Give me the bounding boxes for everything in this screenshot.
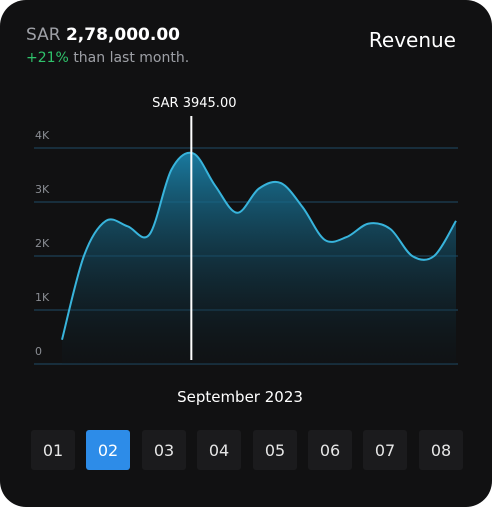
data-point[interactable] — [321, 236, 329, 244]
data-point[interactable] — [386, 225, 394, 233]
hover-tooltip: SAR 3945.00 — [152, 96, 236, 111]
day-button-06[interactable]: 06 — [308, 430, 352, 470]
data-point[interactable] — [80, 252, 88, 260]
y-tick-label: 2K — [35, 237, 50, 250]
data-point[interactable] — [146, 230, 154, 238]
day-button-02[interactable]: 02 — [86, 430, 130, 470]
data-point[interactable] — [255, 185, 263, 193]
data-point[interactable] — [408, 252, 416, 260]
day-button-04[interactable]: 04 — [197, 430, 241, 470]
data-point[interactable] — [430, 252, 438, 260]
revenue-area — [62, 152, 456, 364]
day-button-07[interactable]: 07 — [363, 430, 407, 470]
revenue-card: SAR 2,78,000.00 +21% than last month. Re… — [0, 0, 492, 507]
y-tick-label: 4K — [35, 129, 50, 142]
data-point[interactable] — [58, 336, 66, 344]
data-point[interactable] — [167, 166, 175, 174]
y-tick-label: 3K — [35, 183, 50, 196]
day-button-08[interactable]: 08 — [419, 430, 463, 470]
chart-area-layer — [58, 151, 460, 364]
y-tick-label: 0 — [35, 345, 42, 358]
y-tick-label: 1K — [35, 291, 50, 304]
data-point[interactable] — [102, 217, 110, 225]
period-label: September 2023 — [177, 388, 303, 406]
day-button-03[interactable]: 03 — [142, 430, 186, 470]
day-button-01[interactable]: 01 — [31, 430, 75, 470]
data-point[interactable] — [124, 222, 132, 230]
day-selector: 01 02 03 04 05 06 07 08 — [31, 430, 471, 470]
data-point[interactable] — [343, 233, 351, 241]
revenue-chart[interactable]: 4K 3K 2K 1K 0 SAR 3945.00 — [0, 0, 492, 380]
data-point[interactable] — [233, 209, 241, 217]
data-point[interactable] — [211, 182, 219, 190]
data-point[interactable] — [452, 217, 460, 225]
data-point[interactable] — [364, 220, 372, 228]
data-point[interactable] — [277, 179, 285, 187]
day-button-05[interactable]: 05 — [253, 430, 297, 470]
data-point[interactable] — [299, 203, 307, 211]
